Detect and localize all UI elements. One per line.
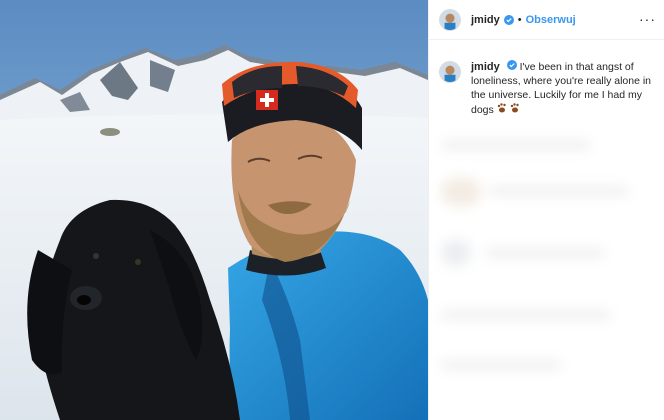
username-link[interactable]: jmidy (471, 14, 500, 26)
caption: jmidy I've been in that angst of lonelin… (429, 40, 664, 117)
paw-prints-icon (497, 103, 519, 113)
avatar[interactable] (439, 8, 461, 31)
verified-badge-icon (503, 14, 514, 25)
post-photo[interactable] (0, 0, 428, 420)
instagram-post: jmidy • Obserwuj ··· jmidy I've been in … (0, 0, 664, 420)
verified-badge-icon (506, 60, 517, 70)
post-header: jmidy • Obserwuj ··· (429, 0, 664, 40)
more-options-icon[interactable]: ··· (639, 12, 656, 26)
caption-text: jmidy I've been in that angst of lonelin… (471, 60, 654, 117)
blurred-comments-area (429, 130, 664, 420)
caption-username-link[interactable]: jmidy (471, 61, 500, 73)
caption-avatar[interactable] (439, 61, 461, 83)
follow-button[interactable]: Obserwuj (526, 14, 576, 26)
post-sidebar: jmidy • Obserwuj ··· jmidy I've been in … (428, 0, 664, 420)
separator-dot: • (517, 13, 522, 26)
